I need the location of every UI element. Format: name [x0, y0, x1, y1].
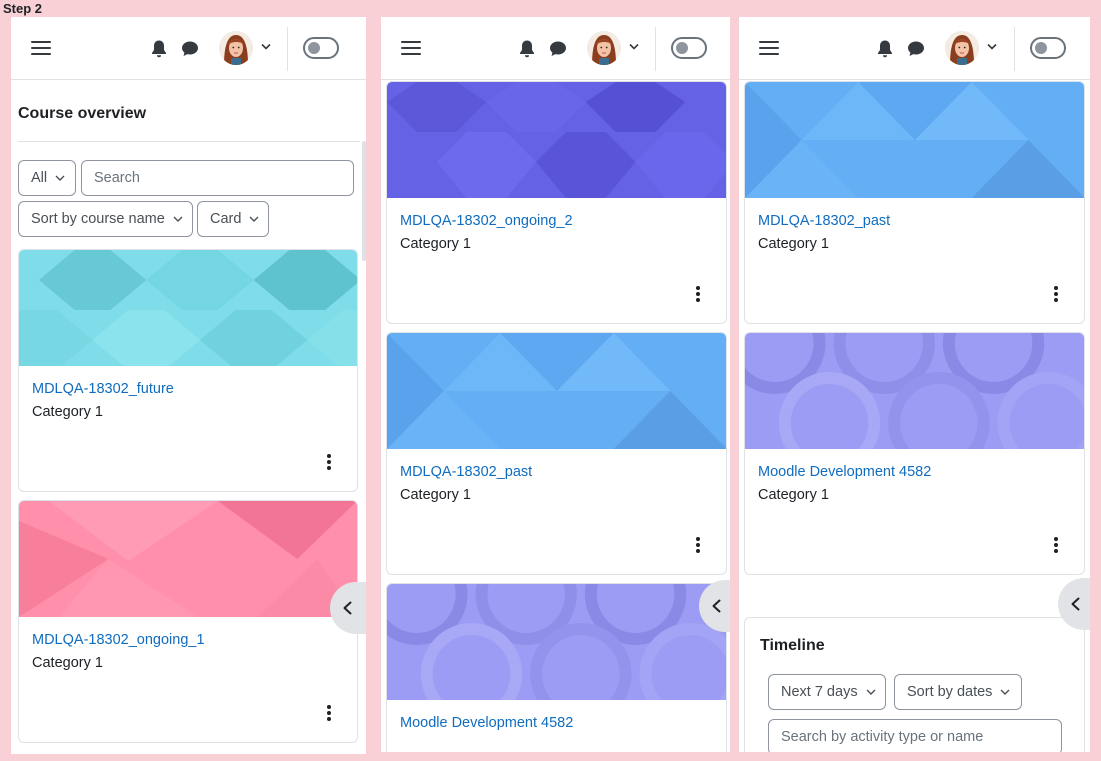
bell-icon[interactable]	[876, 39, 894, 59]
kebab-menu-icon[interactable]	[1054, 286, 1058, 302]
chevron-down-icon[interactable]	[261, 43, 271, 51]
course-card[interactable]: MDLQA-18302_ongoing_2 Category 1	[386, 81, 727, 324]
bell-icon[interactable]	[518, 39, 536, 59]
filter-dropdown-label: All	[31, 170, 48, 186]
course-pattern-polygon	[19, 501, 357, 617]
course-pattern-triangle	[387, 333, 726, 449]
hamburger-menu-icon[interactable]	[759, 41, 779, 56]
chevron-down-icon	[55, 175, 65, 181]
course-title-link[interactable]: MDLQA-18302_past	[400, 464, 532, 480]
course-image[interactable]	[387, 333, 726, 449]
search-input[interactable]: Search	[81, 160, 354, 196]
navbar	[381, 17, 730, 80]
course-image[interactable]	[745, 82, 1084, 198]
chevron-left-icon	[1071, 597, 1080, 611]
timeline-sort-label: Sort by dates	[907, 684, 993, 700]
chevron-down-icon	[173, 216, 183, 222]
kebab-menu-icon[interactable]	[327, 705, 331, 721]
course-category: Category 1	[758, 487, 829, 503]
edit-mode-toggle[interactable]	[1030, 37, 1066, 59]
timeline-search-placeholder: Search by activity type or name	[781, 729, 984, 745]
course-pattern-hexagon	[19, 250, 357, 366]
filter-dropdown[interactable]: All	[18, 160, 76, 196]
navbar-divider	[287, 27, 288, 71]
kebab-menu-icon[interactable]	[327, 454, 331, 470]
chevron-down-icon	[249, 216, 260, 222]
scrollbar[interactable]	[362, 141, 366, 261]
course-category: Category 1	[758, 236, 829, 252]
avatar[interactable]	[219, 31, 253, 65]
hamburger-menu-icon[interactable]	[31, 41, 51, 56]
navbar-divider	[1014, 27, 1015, 71]
hamburger-menu-icon[interactable]	[401, 41, 421, 56]
course-pattern-triangle	[745, 82, 1084, 198]
view-dropdown[interactable]: Card	[197, 201, 269, 237]
screen-1: Course overview All Search Sort by cours…	[11, 17, 366, 754]
course-card[interactable]: MDLQA-18302_future Category 1	[18, 249, 358, 492]
timeline-block: Timeline Next 7 days Sort by dates Searc…	[744, 617, 1085, 752]
course-title-link[interactable]: MDLQA-18302_past	[758, 213, 890, 229]
kebab-menu-icon[interactable]	[1054, 537, 1058, 553]
edit-mode-toggle[interactable]	[303, 37, 339, 59]
chevron-left-icon	[343, 601, 352, 615]
course-title-link[interactable]: Moodle Development 4582	[400, 715, 573, 731]
bell-icon[interactable]	[150, 39, 168, 59]
navbar	[11, 17, 366, 80]
step-label: Step 2	[3, 1, 43, 16]
course-category: Category 1	[400, 487, 471, 503]
sort-dropdown-label: Sort by course name	[31, 211, 165, 227]
timeline-sort-dropdown[interactable]: Sort by dates	[894, 674, 1022, 710]
timeline-range-label: Next 7 days	[781, 684, 858, 700]
chevron-down-icon[interactable]	[987, 43, 997, 51]
timeline-search-input[interactable]: Search by activity type or name	[768, 719, 1062, 752]
navbar	[739, 17, 1090, 80]
chat-bubble-icon[interactable]	[549, 40, 567, 58]
course-card[interactable]: MDLQA-18302_past Category 1	[744, 81, 1085, 324]
section-title-timeline: Timeline	[760, 637, 825, 654]
course-pattern-circles	[745, 333, 1084, 449]
search-placeholder: Search	[94, 170, 140, 186]
course-image[interactable]	[387, 82, 726, 198]
course-title-link[interactable]: Moodle Development 4582	[758, 464, 931, 480]
screen-2: MDLQA-18302_ongoing_2 Category 1 MDLQA-1…	[381, 17, 730, 752]
course-image[interactable]	[387, 584, 726, 700]
chevron-down-icon	[865, 689, 876, 695]
course-image[interactable]	[19, 250, 357, 366]
course-category: Category 1	[32, 655, 103, 671]
chevron-left-icon	[712, 599, 721, 613]
navbar-divider	[655, 27, 656, 71]
course-category: Category 1	[32, 404, 103, 420]
course-card[interactable]: Moodle Development 4582 Category 1	[744, 332, 1085, 575]
view-dropdown-label: Card	[210, 211, 242, 227]
kebab-menu-icon[interactable]	[696, 537, 700, 553]
course-card[interactable]: Moodle Development 4582	[386, 583, 727, 752]
timeline-range-dropdown[interactable]: Next 7 days	[768, 674, 886, 710]
course-category: Category 1	[400, 236, 471, 252]
chevron-down-icon	[1000, 689, 1011, 695]
kebab-menu-icon[interactable]	[696, 286, 700, 302]
course-image[interactable]	[19, 501, 357, 617]
course-pattern-hexagon	[387, 82, 726, 198]
course-pattern-circles	[387, 584, 726, 700]
edit-mode-toggle[interactable]	[671, 37, 707, 59]
avatar[interactable]	[945, 31, 979, 65]
screen-3: MDLQA-18302_past Category 1 Moodle Devel…	[739, 17, 1090, 752]
course-card[interactable]: MDLQA-18302_past Category 1	[386, 332, 727, 575]
chat-bubble-icon[interactable]	[907, 40, 925, 58]
course-title-link[interactable]: MDLQA-18302_ongoing_2	[400, 213, 573, 229]
course-title-link[interactable]: MDLQA-18302_future	[32, 381, 174, 397]
course-image[interactable]	[745, 333, 1084, 449]
chat-bubble-icon[interactable]	[181, 40, 199, 58]
course-title-link[interactable]: MDLQA-18302_ongoing_1	[32, 632, 205, 648]
chevron-down-icon[interactable]	[629, 43, 639, 51]
sort-dropdown[interactable]: Sort by course name	[18, 201, 193, 237]
course-card[interactable]: MDLQA-18302_ongoing_1 Category 1	[18, 500, 358, 743]
avatar[interactable]	[587, 31, 621, 65]
divider	[18, 141, 360, 142]
section-title-course-overview: Course overview	[18, 105, 147, 122]
